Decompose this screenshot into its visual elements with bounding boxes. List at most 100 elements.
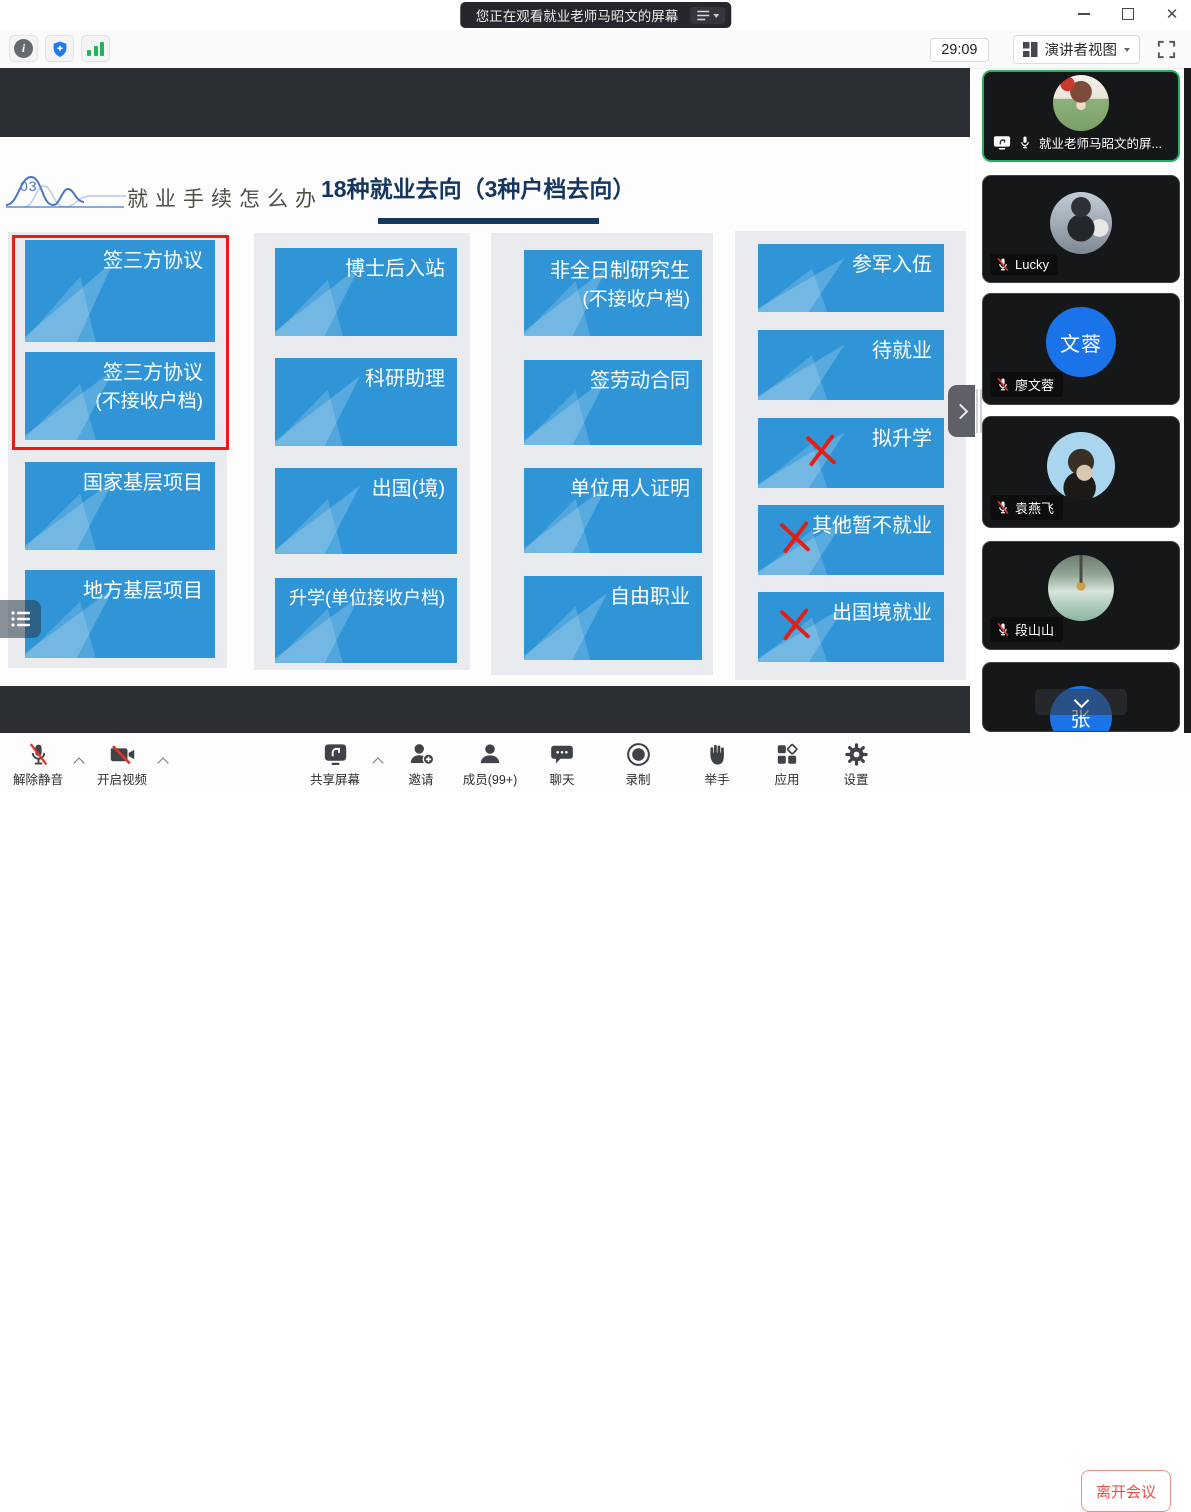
- toolbar-item-label: 录制: [602, 769, 674, 788]
- apps-button[interactable]: 应用: [751, 739, 823, 788]
- sidebar-collapse-handle[interactable]: [948, 385, 975, 437]
- fullscreen-icon: [1156, 39, 1177, 60]
- toolbar-item-label: 邀请: [385, 769, 457, 788]
- employment-option-label: 参军入伍: [768, 251, 932, 280]
- employment-option-label: 签劳动合同: [534, 367, 690, 396]
- toolbar-item-label: 举手: [681, 769, 753, 788]
- expand-options-caret[interactable]: [157, 757, 169, 769]
- participant-tile[interactable]: 文蓉廖文蓉: [982, 293, 1180, 405]
- share-screen-button[interactable]: 共享屏幕: [299, 739, 371, 788]
- toolbar-item-label: 聊天: [526, 769, 598, 788]
- employment-option-box: 拟升学: [758, 418, 944, 488]
- employment-option-label: 待就业: [768, 337, 932, 366]
- participant-label: 就业老师马昭文的屏...: [993, 133, 1162, 152]
- employment-option-box: 其他暂不就业: [758, 505, 944, 575]
- participant-name: 段山山: [1015, 620, 1054, 639]
- start-video-button[interactable]: 开启视频: [86, 739, 158, 788]
- participant-name: 袁燕飞: [1015, 498, 1054, 517]
- employment-option-label: 科研助理: [285, 365, 445, 394]
- toolbar-item-label: 共享屏幕: [299, 769, 371, 788]
- security-button[interactable]: [45, 35, 74, 62]
- employment-option-label: 拟升学: [768, 425, 932, 454]
- raise-hand-button[interactable]: 举手: [681, 739, 753, 788]
- layout-icon: [1023, 42, 1038, 57]
- participant-label: 袁燕飞: [990, 495, 1063, 520]
- meeting-timer: 29:09: [930, 38, 988, 62]
- avatar: [1050, 192, 1112, 254]
- fullscreen-button[interactable]: [1153, 36, 1180, 63]
- record-icon: [602, 739, 674, 768]
- record-button[interactable]: 录制: [602, 739, 674, 788]
- chevron-up-icon: [157, 757, 168, 768]
- leave-meeting-button[interactable]: 离开会议: [1081, 1470, 1171, 1512]
- info-icon: i: [14, 39, 33, 58]
- employment-option-box: 待就业: [758, 330, 944, 400]
- shield-plus-icon: [51, 40, 69, 58]
- avatar: [1047, 432, 1115, 500]
- apps-icon: [751, 739, 823, 768]
- watching-banner[interactable]: 您正在观看就业老师马昭文的屏幕: [460, 2, 732, 28]
- section-title: 就业手续怎么办: [127, 183, 323, 213]
- view-mode-button[interactable]: 演讲者视图: [1013, 35, 1141, 64]
- participant-tile[interactable]: 段山山: [982, 541, 1180, 650]
- slide-title: 18种就业去向（3种户档去向）: [321, 170, 635, 204]
- members-icon: [454, 739, 526, 768]
- maximize-button[interactable]: [1117, 3, 1139, 25]
- employment-option-label: 自由职业: [534, 583, 690, 612]
- presentation-slide: 03 就业手续怎么办 18种就业去向（3种户档去向） 签三方协议签三方协议(不接…: [0, 137, 970, 686]
- unmute-button[interactable]: 解除静音: [2, 739, 74, 788]
- toolbar-item-label: 开启视频: [86, 769, 158, 788]
- invite-button[interactable]: 邀请: [385, 739, 457, 788]
- toolbar-item-label: 成员(99+): [454, 769, 526, 788]
- employment-option-box: 单位用人证明: [524, 468, 702, 553]
- slide-column-3: 非全日制研究生(不接收户档)签劳动合同单位用人证明自由职业: [491, 233, 713, 675]
- red-cross-mark: [802, 430, 840, 475]
- employment-option-label: 博士后入站: [285, 255, 445, 284]
- participant-label: 廖文蓉: [990, 372, 1063, 397]
- employment-option-label: 单位用人证明: [534, 475, 690, 504]
- avatar: 文蓉: [1046, 307, 1116, 377]
- employment-option-label: 国家基层项目: [35, 469, 203, 498]
- employment-option-box: 科研助理: [275, 358, 457, 446]
- participant-tile[interactable]: 袁燕飞: [982, 416, 1180, 528]
- expand-options-caret[interactable]: [372, 757, 384, 769]
- participant-tile[interactable]: Lucky: [982, 175, 1180, 283]
- shared-screen-view: 03 就业手续怎么办 18种就业去向（3种户档去向） 签三方协议签三方协议(不接…: [0, 68, 970, 733]
- settings-button[interactable]: 设置: [820, 739, 892, 788]
- red-cross-mark: [776, 517, 814, 562]
- slide-column-2: 博士后入站科研助理出国(境)升学(单位接收户档): [254, 233, 470, 670]
- sidebar-scroll-track[interactable]: [1184, 68, 1191, 733]
- members-button[interactable]: 成员(99+): [454, 739, 526, 788]
- scroll-down-indicator[interactable]: [1035, 689, 1127, 715]
- meeting-window: 您正在观看就业老师马昭文的屏幕 ✕ i 29:09: [0, 0, 1191, 792]
- network-status-button[interactable]: [81, 35, 110, 62]
- close-button[interactable]: ✕: [1161, 3, 1183, 25]
- expand-options-caret[interactable]: [73, 757, 85, 769]
- avatar: [1053, 75, 1109, 131]
- participant-tile[interactable]: 就业老师马昭文的屏...: [982, 70, 1180, 162]
- employment-option-sublabel: (不接收户档): [534, 286, 690, 314]
- chevron-down-icon: [1073, 692, 1089, 708]
- minimize-button[interactable]: [1073, 3, 1095, 25]
- screen-share-icon: [299, 739, 371, 768]
- toolbar-item-label: 应用: [751, 769, 823, 788]
- title-underline: [378, 218, 599, 224]
- employment-option-box: 签劳动合同: [524, 360, 702, 445]
- banner-menu-icon[interactable]: [690, 7, 725, 24]
- employment-option-label: 地方基层项目: [35, 577, 203, 606]
- meeting-quickbar: i 29:09 演讲者视图: [0, 30, 1191, 69]
- mic-icon: [1018, 135, 1032, 150]
- toolbar-item-label: 设置: [820, 769, 892, 788]
- camera-muted-icon: [86, 739, 158, 768]
- titlebar: 您正在观看就业老师马昭文的屏幕 ✕: [0, 0, 1191, 30]
- slide-column-1: 签三方协议签三方协议(不接收户档)国家基层项目地方基层项目: [8, 232, 227, 668]
- list-icon: [10, 610, 32, 628]
- chat-button[interactable]: 聊天: [526, 739, 598, 788]
- slide-column-4: 参军入伍待就业拟升学其他暂不就业出国境就业: [735, 231, 966, 680]
- chevron-right-icon: [953, 403, 969, 419]
- employment-option-box: 博士后入站: [275, 248, 457, 336]
- settings-icon: [820, 739, 892, 768]
- meeting-info-button[interactable]: i: [9, 35, 38, 62]
- chevron-down-icon: [713, 14, 719, 21]
- participant-tile[interactable]: 张: [982, 662, 1180, 732]
